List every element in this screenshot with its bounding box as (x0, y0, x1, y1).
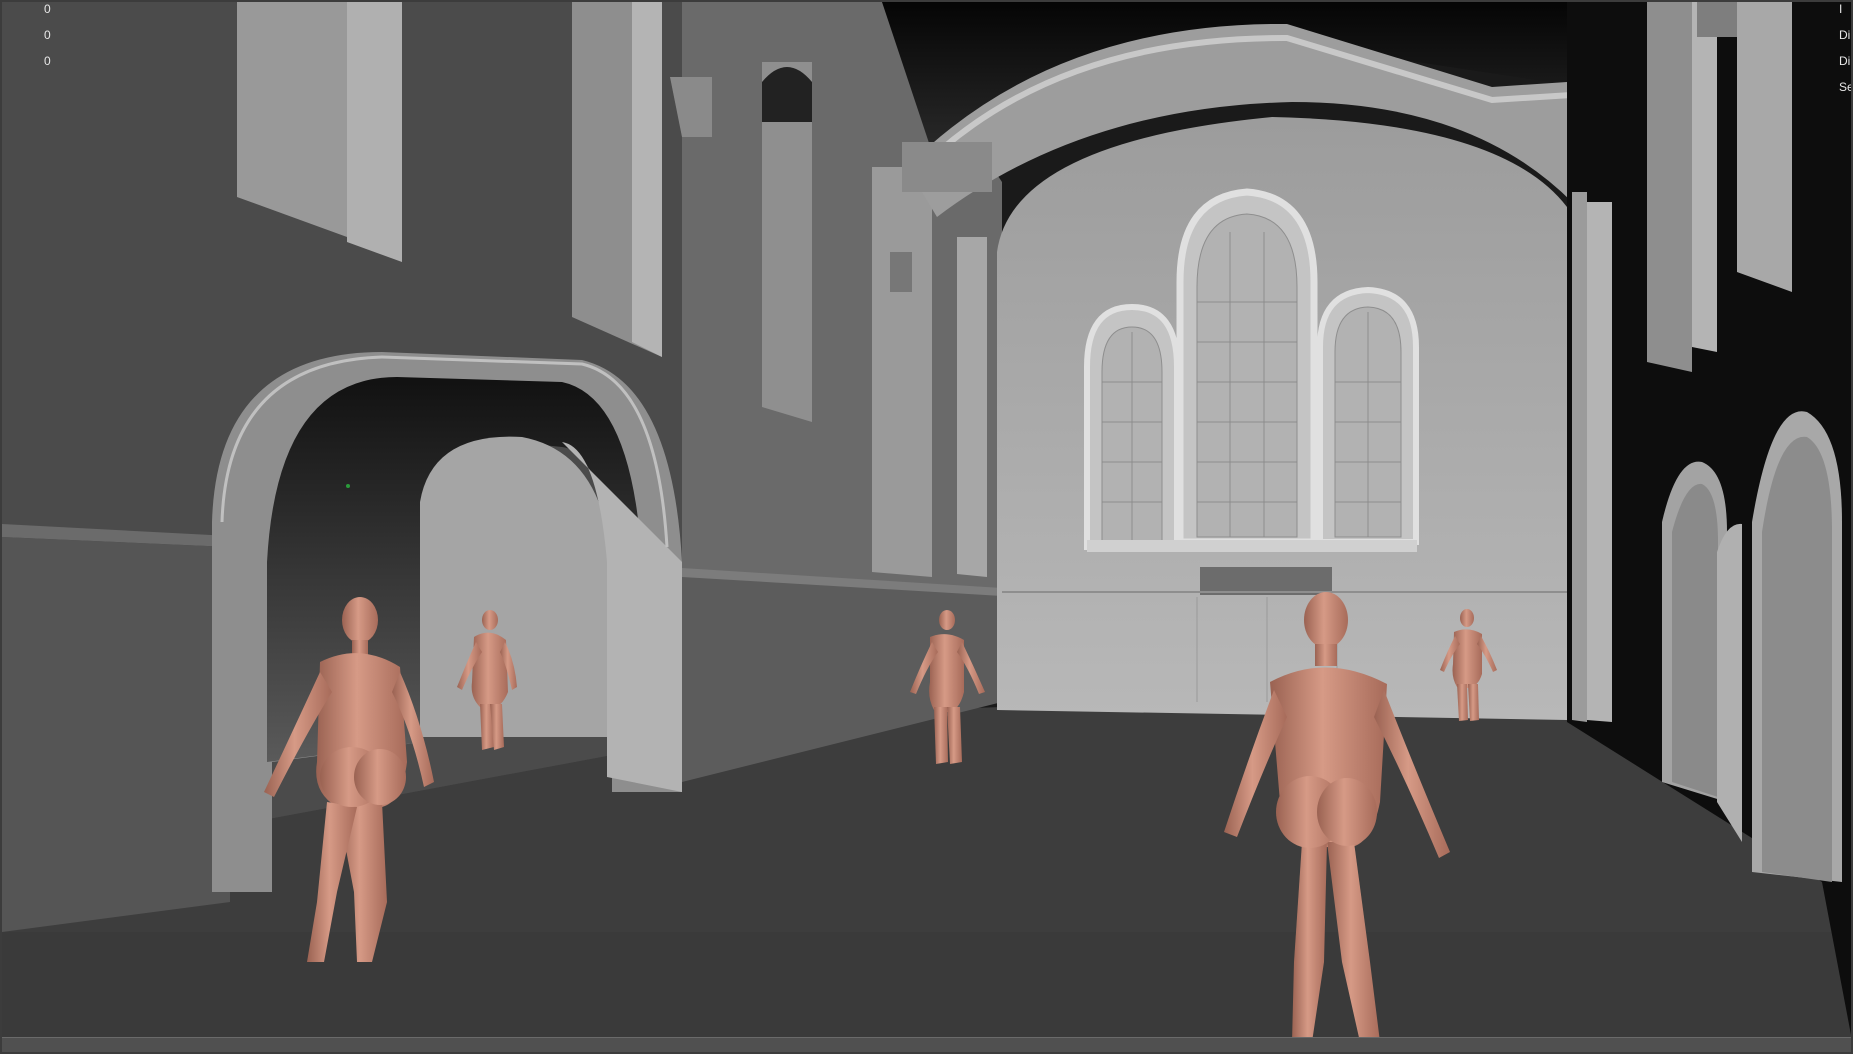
hud-right-label-3: Di (1839, 54, 1851, 68)
viewport-bottom-strip (2, 1037, 1851, 1052)
hud-right-readout: I Di Di Se (1839, 2, 1851, 100)
hud-left-readout: 0 0 0 (44, 2, 51, 74)
altar (1200, 567, 1332, 595)
hud-left-value-1: 0 (44, 2, 51, 16)
hud-left-value-3: 0 (44, 54, 51, 68)
hud-right-label-2: Di (1839, 28, 1851, 42)
gothic-window-center (1176, 188, 1318, 546)
hud-left-value-2: 0 (44, 28, 51, 42)
3d-viewport[interactable]: 0 0 0 I Di Di Se (0, 0, 1853, 1054)
green-locator-icon (346, 484, 350, 488)
hud-right-label-4: Se (1839, 80, 1851, 94)
scene-render[interactable] (2, 2, 1853, 1054)
hud-right-label-1: I (1839, 2, 1843, 16)
